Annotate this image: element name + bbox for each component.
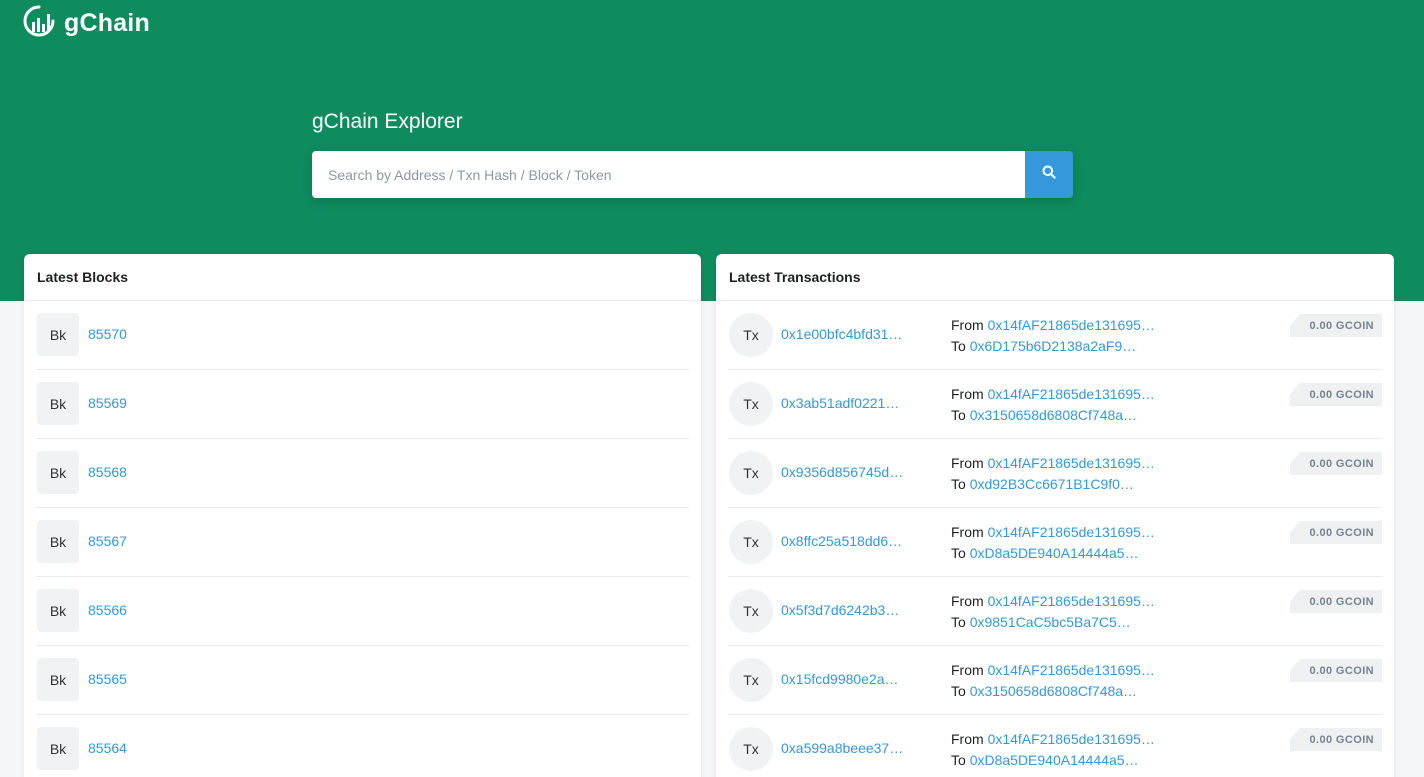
gchain-logo-icon — [22, 4, 56, 43]
page-title: gChain Explorer — [312, 110, 463, 133]
transaction-parties: From 0x14fAF21865de131695… To 0x6D175b6D2… — [951, 315, 1155, 357]
blocks-list: Bk 85570 Bk 85569 Bk 85568 Bk 85567 Bk 85566 Bk 855… — [24, 301, 701, 777]
block-badge: Bk — [37, 382, 79, 425]
from-label: From — [951, 524, 984, 540]
transaction-parties: From 0x14fAF21865de131695… To 0xd92B3Cc66… — [951, 453, 1155, 495]
transaction-row: Tx 0xa599a8beee37… From 0x14fAF21865de1316… — [728, 715, 1382, 777]
block-number-link[interactable]: 85565 — [88, 671, 127, 687]
block-badge: Bk — [37, 520, 79, 563]
from-address-link[interactable]: 0x14fAF21865de131695… — [988, 386, 1155, 402]
transaction-hash-link[interactable]: 0x8ffc25a518dd6… — [781, 533, 902, 549]
transaction-parties: From 0x14fAF21865de131695… To 0xD8a5DE940… — [951, 522, 1155, 564]
to-label: To — [951, 752, 966, 768]
amount-badge: 0.00 GCOIN — [1290, 728, 1382, 751]
from-address-link[interactable]: 0x14fAF21865de131695… — [988, 731, 1155, 747]
search-button[interactable] — [1025, 151, 1073, 198]
latest-transactions-header: Latest Transactions — [716, 254, 1394, 301]
transaction-badge: Tx — [729, 313, 773, 357]
block-number-link[interactable]: 85569 — [88, 395, 127, 411]
block-row: Bk 85566 — [36, 577, 689, 646]
from-address-link[interactable]: 0x14fAF21865de131695… — [988, 593, 1155, 609]
amount-badge: 0.00 GCOIN — [1290, 521, 1382, 544]
amount-badge: 0.00 GCOIN — [1290, 659, 1382, 682]
transaction-badge: Tx — [729, 589, 773, 633]
block-row: Bk 85568 — [36, 439, 689, 508]
transaction-parties: From 0x14fAF21865de131695… To 0x3150658d6… — [951, 660, 1155, 702]
from-address-link[interactable]: 0x14fAF21865de131695… — [988, 317, 1155, 333]
transaction-badge: Tx — [729, 451, 773, 495]
search-input[interactable] — [312, 151, 1025, 198]
to-label: To — [951, 476, 966, 492]
block-number-link[interactable]: 85570 — [88, 326, 127, 342]
transaction-row: Tx 0x9356d856745d… From 0x14fAF21865de1316… — [728, 439, 1382, 508]
to-label: To — [951, 545, 966, 561]
transaction-row: Tx 0x1e00bfc4bfd31… From 0x14fAF21865de131… — [728, 301, 1382, 370]
block-row: Bk 85569 — [36, 370, 689, 439]
transaction-hash-link[interactable]: 0x5f3d7d6242b3… — [781, 602, 899, 618]
transaction-parties: From 0x14fAF21865de131695… To 0x3150658d6… — [951, 384, 1155, 426]
amount-badge: 0.00 GCOIN — [1290, 314, 1382, 337]
block-badge: Bk — [37, 727, 79, 770]
from-label: From — [951, 731, 984, 747]
transaction-hash-link[interactable]: 0x9356d856745d… — [781, 464, 903, 480]
to-label: To — [951, 683, 966, 699]
latest-blocks-card: Latest Blocks Bk 85570 Bk 85569 Bk 85568 Bk 855… — [24, 254, 701, 777]
transaction-hash-link[interactable]: 0x15fcd9980e2a… — [781, 671, 899, 687]
to-address-link[interactable]: 0xD8a5DE940A14444a5… — [970, 545, 1139, 561]
from-label: From — [951, 317, 984, 333]
block-badge: Bk — [37, 589, 79, 632]
search-bar — [312, 151, 1073, 198]
block-badge: Bk — [37, 313, 79, 356]
transaction-badge: Tx — [729, 727, 773, 771]
to-address-link[interactable]: 0xD8a5DE940A14444a5… — [970, 752, 1139, 768]
to-address-link[interactable]: 0x6D175b6D2138a2aF9… — [970, 338, 1137, 354]
to-label: To — [951, 614, 966, 630]
block-badge: Bk — [37, 658, 79, 701]
transaction-hash-link[interactable]: 0x1e00bfc4bfd31… — [781, 326, 902, 342]
transactions-list: Tx 0x1e00bfc4bfd31… From 0x14fAF21865de131… — [716, 301, 1394, 777]
from-address-link[interactable]: 0x14fAF21865de131695… — [988, 524, 1155, 540]
block-number-link[interactable]: 85564 — [88, 740, 127, 756]
transaction-hash-link[interactable]: 0x3ab51adf0221… — [781, 395, 899, 411]
transaction-row: Tx 0x5f3d7d6242b3… From 0x14fAF21865de1316… — [728, 577, 1382, 646]
from-label: From — [951, 593, 984, 609]
from-label: From — [951, 386, 984, 402]
to-label: To — [951, 407, 966, 423]
transaction-badge: Tx — [729, 382, 773, 426]
search-icon — [1042, 165, 1056, 184]
to-label: To — [951, 338, 966, 354]
block-number-link[interactable]: 85566 — [88, 602, 127, 618]
transaction-hash-link[interactable]: 0xa599a8beee37… — [781, 740, 903, 756]
brand-logo[interactable]: gChain — [22, 4, 150, 43]
to-address-link[interactable]: 0x3150658d6808Cf748a… — [970, 407, 1137, 423]
to-address-link[interactable]: 0x3150658d6808Cf748a… — [970, 683, 1137, 699]
transaction-row: Tx 0x8ffc25a518dd6… From 0x14fAF21865de131… — [728, 508, 1382, 577]
block-row: Bk 85570 — [36, 301, 689, 370]
transaction-parties: From 0x14fAF21865de131695… To 0x9851CaC5b… — [951, 591, 1155, 633]
transaction-row: Tx 0x3ab51adf0221… From 0x14fAF21865de1316… — [728, 370, 1382, 439]
latest-transactions-card: Latest Transactions Tx 0x1e00bfc4bfd31… Fr… — [716, 254, 1394, 777]
transaction-badge: Tx — [729, 520, 773, 564]
amount-badge: 0.00 GCOIN — [1290, 383, 1382, 406]
from-label: From — [951, 662, 984, 678]
to-address-link[interactable]: 0xd92B3Cc6671B1C9f0… — [970, 476, 1134, 492]
block-number-link[interactable]: 85568 — [88, 464, 127, 480]
transaction-badge: Tx — [729, 658, 773, 702]
transaction-parties: From 0x14fAF21865de131695… To 0xD8a5DE940… — [951, 729, 1155, 771]
from-label: From — [951, 455, 984, 471]
brand-name: gChain — [64, 8, 150, 37]
block-row: Bk 85565 — [36, 646, 689, 715]
from-address-link[interactable]: 0x14fAF21865de131695… — [988, 662, 1155, 678]
amount-badge: 0.00 GCOIN — [1290, 452, 1382, 475]
latest-blocks-header: Latest Blocks — [24, 254, 701, 301]
transaction-row: Tx 0x15fcd9980e2a… From 0x14fAF21865de1316… — [728, 646, 1382, 715]
amount-badge: 0.00 GCOIN — [1290, 590, 1382, 613]
block-row: Bk 85564 — [36, 715, 689, 777]
block-number-link[interactable]: 85567 — [88, 533, 127, 549]
from-address-link[interactable]: 0x14fAF21865de131695… — [988, 455, 1155, 471]
to-address-link[interactable]: 0x9851CaC5bc5Ba7C5… — [970, 614, 1131, 630]
block-badge: Bk — [37, 451, 79, 494]
block-row: Bk 85567 — [36, 508, 689, 577]
